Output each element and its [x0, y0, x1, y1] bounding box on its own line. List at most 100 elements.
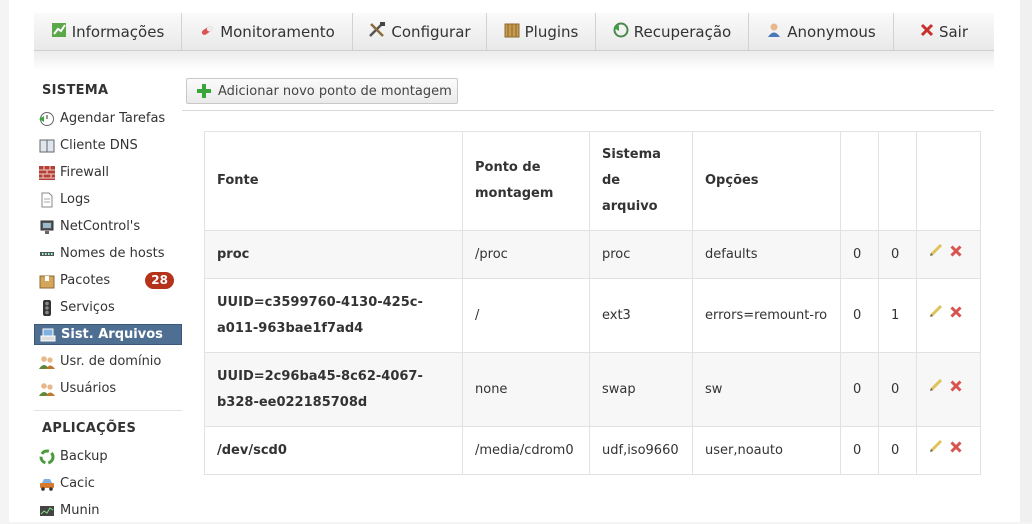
- nav-label: Recuperação: [633, 22, 732, 41]
- sidebar-item-sist-arquivos[interactable]: Sist. Arquivos: [34, 324, 182, 345]
- nav-monitoramento[interactable]: Monitoramento: [182, 13, 353, 50]
- sidebar-item-label: NetControl's: [60, 219, 141, 234]
- pill-icon: [199, 22, 220, 42]
- close-icon: [920, 23, 939, 41]
- nav-sair[interactable]: Sair: [894, 13, 994, 50]
- delete-icon[interactable]: [950, 376, 962, 402]
- delete-icon[interactable]: [950, 437, 962, 463]
- pass-cell: 0: [878, 352, 917, 427]
- fs-cell: udf,iso9660: [589, 426, 693, 475]
- nav-anonymous[interactable]: Anonymous: [749, 13, 894, 50]
- source-text: b328-ee022185708d: [217, 394, 368, 410]
- sidebar-item-label: Munin: [60, 503, 100, 518]
- sidebar-item-munin[interactable]: Munin: [34, 497, 182, 524]
- sidebar-item-label: Firewall: [60, 165, 110, 180]
- source-cell: UUID=2c96ba45-8c62-4067- b328-ee022185708…: [204, 352, 463, 427]
- source-cell: /dev/scd0: [204, 426, 463, 475]
- sidebar-section-title: SISTEMA: [42, 83, 109, 98]
- nav-plugins[interactable]: Plugins: [487, 13, 596, 50]
- edit-pencil-icon[interactable]: [929, 376, 944, 402]
- restore-icon: [613, 22, 634, 42]
- fs-cell: proc: [589, 230, 693, 279]
- edit-pencil-icon[interactable]: [929, 241, 944, 267]
- actions-cell: [916, 352, 981, 427]
- delete-icon[interactable]: [950, 302, 962, 328]
- chart-icon: [51, 22, 72, 42]
- sidebar-item-netcontrol-s[interactable]: NetControl's: [34, 213, 182, 240]
- sidebar-item-label: Sist. Arquivos: [61, 327, 163, 342]
- source-cell: proc: [204, 230, 463, 279]
- nav-label: Sair: [938, 22, 969, 41]
- mount-cell: /media/cdrom0: [462, 426, 590, 475]
- package-icon: [39, 273, 55, 289]
- column-header: [840, 131, 879, 231]
- sidebar-item-usr-de-dominio[interactable]: Usr. de domínio: [34, 348, 182, 375]
- actions-cell: [916, 278, 981, 353]
- sidebar-item-nomes-de-hosts[interactable]: Nomes de hosts: [34, 240, 182, 267]
- nav-shadow-bar: [34, 51, 994, 71]
- users-icon: [39, 354, 55, 370]
- nav-configurar[interactable]: Configurar: [353, 13, 487, 50]
- drive-icon: [40, 327, 56, 343]
- column-header-text: Sistema: [602, 147, 661, 162]
- nav-recuperacao[interactable]: Recuperação: [596, 13, 749, 50]
- mount-cell: /: [462, 278, 590, 353]
- graph-icon: [39, 503, 55, 519]
- dump-cell: 0: [840, 230, 879, 279]
- nav-label: Configurar: [391, 22, 471, 41]
- options-cell: user,noauto: [692, 426, 841, 475]
- sidebar-item-agendar-tarefas[interactable]: Agendar Tarefas: [34, 105, 182, 132]
- sidebar-item-servicos[interactable]: Serviços: [34, 294, 182, 321]
- sidebar-item-cacic[interactable]: Cacic: [34, 470, 182, 497]
- table-row: proc/proc proc defaults 0 0: [204, 230, 981, 279]
- add-mount-point-button[interactable]: Adicionar novo ponto de montagem: [186, 78, 458, 104]
- sidebar-item-label: Agendar Tarefas: [60, 111, 166, 126]
- sidebar-item-label: Usr. de domínio: [60, 354, 162, 369]
- book-icon: [39, 138, 55, 154]
- column-header: [916, 131, 981, 231]
- column-header: Opções: [692, 131, 841, 231]
- box-icon: [504, 22, 525, 42]
- sidebar-item-logs[interactable]: Logs: [34, 186, 182, 213]
- right-gutter: [1020, 0, 1032, 522]
- sidebar-item-label: Nomes de hosts: [60, 246, 165, 261]
- dump-cell: 0: [840, 426, 879, 475]
- updates-count-badge: 28: [145, 272, 174, 289]
- column-header: Ponto de montagem: [462, 131, 590, 231]
- column-header-text: de: [602, 173, 621, 188]
- column-header: [878, 131, 917, 231]
- monitor-icon: [39, 219, 55, 235]
- nav-informacoes[interactable]: Informações: [34, 13, 182, 50]
- table-row: UUID=2c96ba45-8c62-4067- b328-ee022185708…: [204, 352, 981, 427]
- clock-icon: [39, 111, 55, 127]
- column-header-text: arquivo: [602, 199, 658, 214]
- options-cell: errors=remount-ro: [692, 278, 841, 353]
- nav-label: Monitoramento: [220, 22, 335, 41]
- sidebar-item-pacotes[interactable]: Pacotes 28: [34, 267, 182, 294]
- delete-icon[interactable]: [950, 241, 962, 267]
- column-header-text: Fonte: [217, 173, 259, 188]
- sidebar-item-label: Pacotes: [60, 273, 111, 288]
- table-header-row: Fonte Ponto de montagem Sistema de arquivo Opç…: [204, 131, 981, 231]
- nav-label: Anonymous: [787, 22, 876, 41]
- sidebar-item-backup[interactable]: Backup: [34, 443, 182, 470]
- column-header-text: Ponto de: [475, 160, 541, 175]
- edit-pencil-icon[interactable]: [929, 302, 944, 328]
- options-cell: defaults: [692, 230, 841, 279]
- plus-icon: [197, 84, 211, 98]
- sidebar: SISTEMA Agendar Tarefas Cliente DNS Firewal…: [34, 77, 182, 524]
- mount-cell: none: [462, 352, 590, 427]
- options-cell: sw: [692, 352, 841, 427]
- sidebar-item-firewall[interactable]: Firewall: [34, 159, 182, 186]
- sidebar-item-usuarios[interactable]: Usuários: [34, 375, 182, 402]
- sidebar-item-cliente-dns[interactable]: Cliente DNS: [34, 132, 182, 159]
- nav-label: Plugins: [524, 22, 579, 41]
- source-text: UUID=2c96ba45-8c62-4067-: [217, 368, 423, 384]
- source-cell: UUID=c3599760-4130-425c-a011-963bae1f7ad…: [204, 278, 463, 353]
- divider: [182, 110, 994, 111]
- column-header: Fonte: [204, 131, 463, 231]
- edit-pencil-icon[interactable]: [929, 437, 944, 463]
- dump-cell: 0: [840, 278, 879, 353]
- table-row: /dev/scd0/media/cdrom0 udf,iso9660 user,no…: [204, 426, 981, 475]
- traffic-light-icon: [39, 299, 55, 316]
